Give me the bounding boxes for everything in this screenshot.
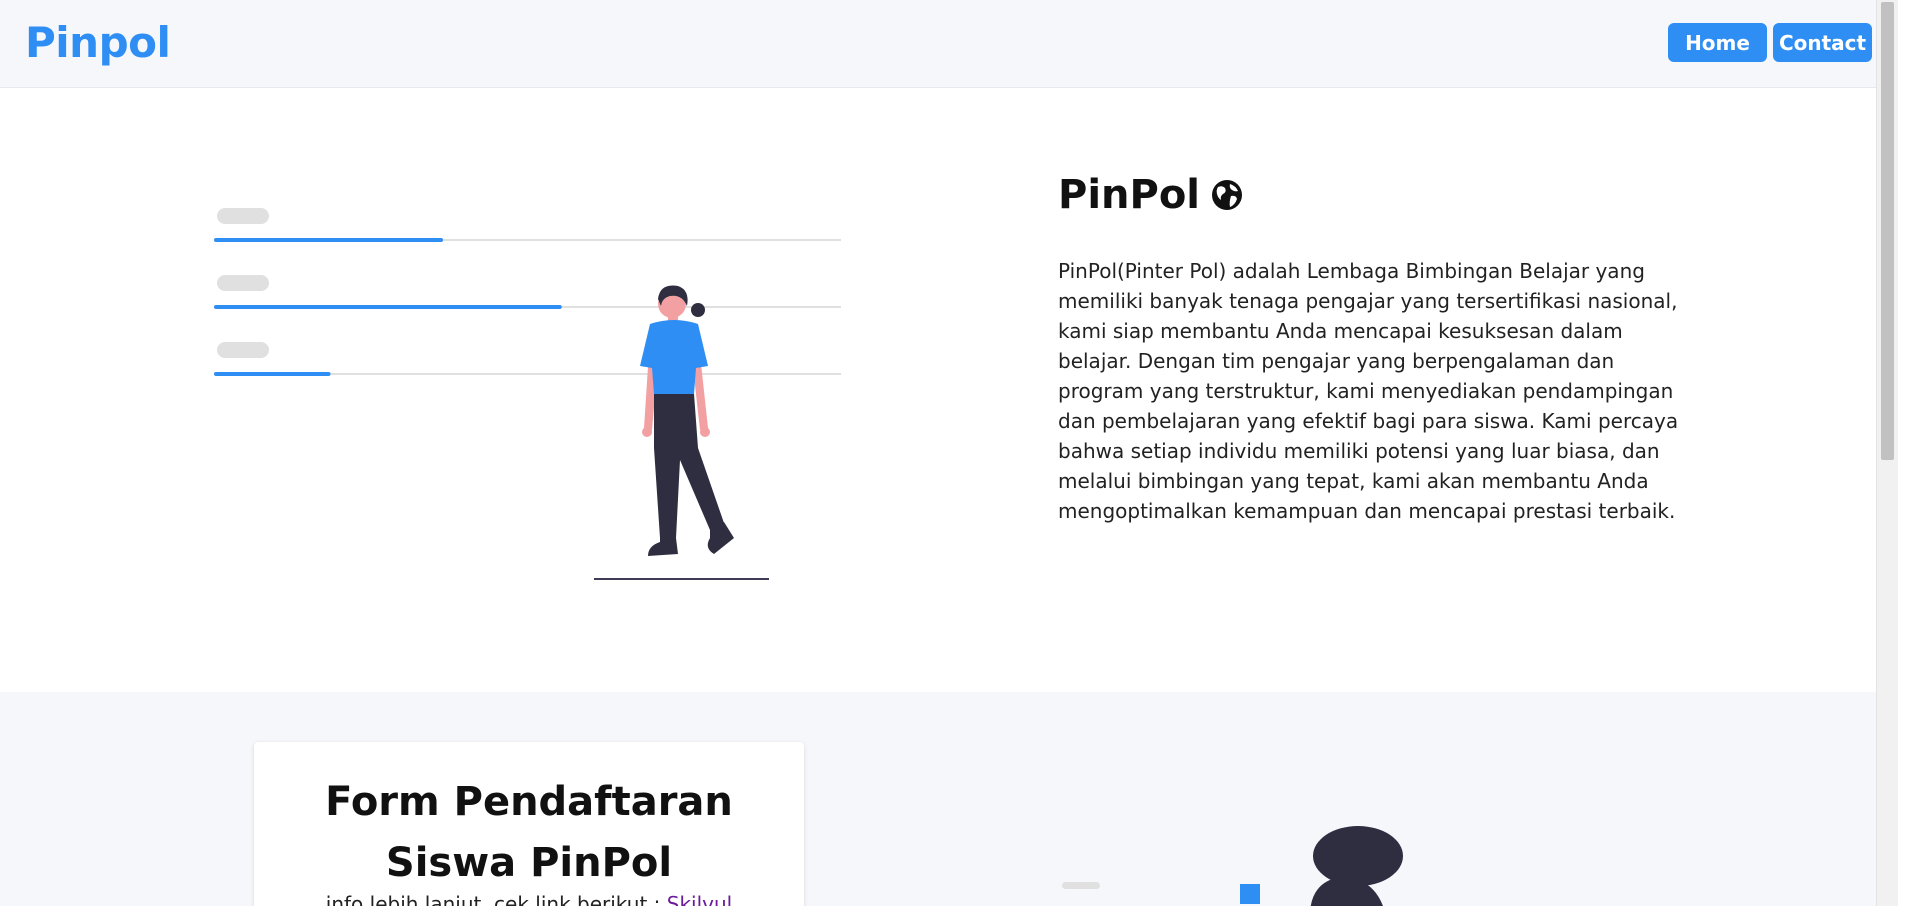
lower-illustration <box>1062 826 1403 906</box>
hero-text: PinPol PinPol(Pinter Pol) adalah Lembaga… <box>1058 172 1698 526</box>
hero-title-text: PinPol <box>1058 172 1201 218</box>
hero-title: PinPol <box>1058 172 1698 218</box>
form-info-text: info lebih lanjut, cek link berikut : <box>325 892 661 906</box>
progress-rows <box>214 208 841 376</box>
nav-home-button[interactable]: Home <box>1668 23 1767 62</box>
registration-section: Form Pendaftaran Siswa PinPol info lebih… <box>0 692 1898 906</box>
vertical-scrollbar[interactable] <box>1876 0 1898 906</box>
hero-section: PinPol PinPol(Pinter Pol) adalah Lembaga… <box>0 88 1898 692</box>
main-nav: Home Contact <box>1668 23 1872 62</box>
lower-pill <box>1062 882 1100 889</box>
nav-contact-button[interactable]: Contact <box>1773 23 1872 62</box>
woman-figure <box>640 285 734 556</box>
skilvul-link[interactable]: Skilvul <box>667 892 732 906</box>
lower-blue-block <box>1240 884 1260 904</box>
scrollbar-thumb[interactable] <box>1881 2 1894 460</box>
hero-description: PinPol(Pinter Pol) adalah Lembaga Bimbin… <box>1058 259 1679 523</box>
progress-label-pill <box>217 342 269 358</box>
top-navbar: Pinpol Home Contact <box>0 0 1898 88</box>
progress-label-pill <box>217 208 269 224</box>
page: Pinpol Home Contact PinPol PinPol(Pinter… <box>0 0 1898 906</box>
lower-figure-head <box>1313 826 1403 886</box>
globe-icon <box>1212 180 1243 210</box>
progress-label-pill <box>217 275 269 291</box>
brand-logo[interactable]: Pinpol <box>25 18 171 67</box>
form-info: info lebih lanjut, cek link berikut : Sk… <box>254 892 804 906</box>
progress-woman-illustration <box>214 208 841 580</box>
registration-form-card: Form Pendaftaran Siswa PinPol info lebih… <box>254 742 804 906</box>
form-title: Form Pendaftaran Siswa PinPol <box>325 779 733 886</box>
